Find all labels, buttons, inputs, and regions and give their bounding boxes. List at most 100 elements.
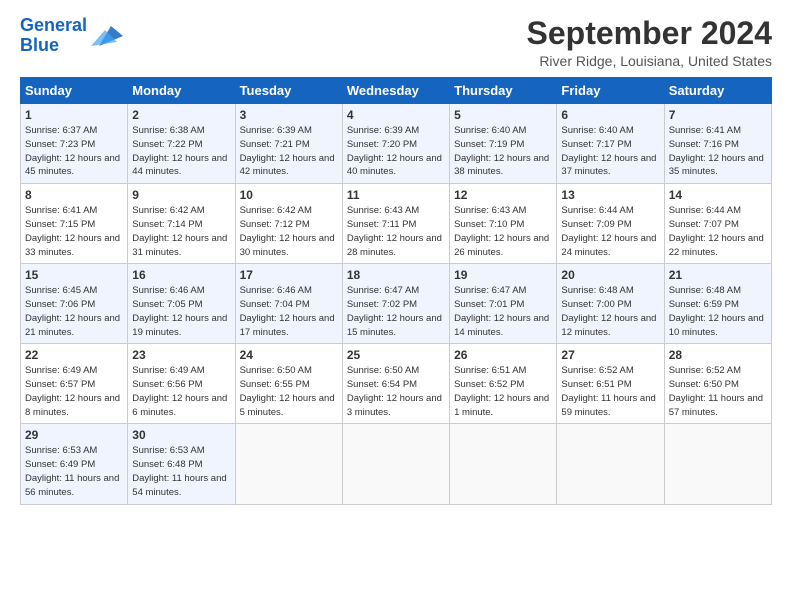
daylight-text: Daylight: 12 hours and 15 minutes. bbox=[347, 313, 442, 338]
day-info: Sunrise: 6:52 AM Sunset: 6:50 PM Dayligh… bbox=[669, 364, 767, 419]
week-row-2: 15 Sunrise: 6:45 AM Sunset: 7:06 PM Dayl… bbox=[21, 264, 772, 344]
daylight-text: Daylight: 12 hours and 10 minutes. bbox=[669, 313, 764, 338]
sunset-text: Sunset: 7:21 PM bbox=[240, 139, 310, 150]
logo-line1: General bbox=[20, 15, 87, 35]
day-number: 6 bbox=[561, 108, 659, 122]
sunrise-text: Sunrise: 6:52 AM bbox=[669, 365, 741, 376]
calendar-cell: 8 Sunrise: 6:41 AM Sunset: 7:15 PM Dayli… bbox=[21, 184, 128, 264]
calendar-cell: 13 Sunrise: 6:44 AM Sunset: 7:09 PM Dayl… bbox=[557, 184, 664, 264]
day-info: Sunrise: 6:37 AM Sunset: 7:23 PM Dayligh… bbox=[25, 124, 123, 179]
day-info: Sunrise: 6:46 AM Sunset: 7:05 PM Dayligh… bbox=[132, 284, 230, 339]
daylight-text: Daylight: 12 hours and 6 minutes. bbox=[132, 393, 227, 418]
daylight-text: Daylight: 12 hours and 14 minutes. bbox=[454, 313, 549, 338]
day-number: 17 bbox=[240, 268, 338, 282]
calendar-cell: 23 Sunrise: 6:49 AM Sunset: 6:56 PM Dayl… bbox=[128, 344, 235, 424]
day-number: 20 bbox=[561, 268, 659, 282]
sunrise-text: Sunrise: 6:50 AM bbox=[240, 365, 312, 376]
calendar-cell: 12 Sunrise: 6:43 AM Sunset: 7:10 PM Dayl… bbox=[450, 184, 557, 264]
sunset-text: Sunset: 7:07 PM bbox=[669, 219, 739, 230]
sunrise-text: Sunrise: 6:46 AM bbox=[240, 285, 312, 296]
sunset-text: Sunset: 7:09 PM bbox=[561, 219, 631, 230]
daylight-text: Daylight: 12 hours and 30 minutes. bbox=[240, 233, 335, 258]
daylight-text: Daylight: 12 hours and 31 minutes. bbox=[132, 233, 227, 258]
calendar-cell bbox=[450, 424, 557, 504]
sunrise-text: Sunrise: 6:53 AM bbox=[132, 445, 204, 456]
sunset-text: Sunset: 7:16 PM bbox=[669, 139, 739, 150]
week-row-3: 22 Sunrise: 6:49 AM Sunset: 6:57 PM Dayl… bbox=[21, 344, 772, 424]
sunrise-text: Sunrise: 6:46 AM bbox=[132, 285, 204, 296]
daylight-text: Daylight: 12 hours and 1 minute. bbox=[454, 393, 549, 418]
sunset-text: Sunset: 7:12 PM bbox=[240, 219, 310, 230]
day-info: Sunrise: 6:53 AM Sunset: 6:49 PM Dayligh… bbox=[25, 444, 123, 499]
sunrise-text: Sunrise: 6:48 AM bbox=[669, 285, 741, 296]
page: General Blue September 2024 River Ridge,… bbox=[0, 0, 792, 612]
day-number: 18 bbox=[347, 268, 445, 282]
daylight-text: Daylight: 11 hours and 59 minutes. bbox=[561, 393, 655, 418]
calendar-cell: 29 Sunrise: 6:53 AM Sunset: 6:49 PM Dayl… bbox=[21, 424, 128, 504]
sunset-text: Sunset: 6:54 PM bbox=[347, 379, 417, 390]
calendar-cell: 19 Sunrise: 6:47 AM Sunset: 7:01 PM Dayl… bbox=[450, 264, 557, 344]
day-info: Sunrise: 6:47 AM Sunset: 7:01 PM Dayligh… bbox=[454, 284, 552, 339]
day-number: 23 bbox=[132, 348, 230, 362]
day-number: 27 bbox=[561, 348, 659, 362]
sunrise-text: Sunrise: 6:51 AM bbox=[454, 365, 526, 376]
day-info: Sunrise: 6:48 AM Sunset: 7:00 PM Dayligh… bbox=[561, 284, 659, 339]
sunset-text: Sunset: 7:10 PM bbox=[454, 219, 524, 230]
day-number: 21 bbox=[669, 268, 767, 282]
calendar-cell: 22 Sunrise: 6:49 AM Sunset: 6:57 PM Dayl… bbox=[21, 344, 128, 424]
sunset-text: Sunset: 6:48 PM bbox=[132, 459, 202, 470]
day-info: Sunrise: 6:44 AM Sunset: 7:07 PM Dayligh… bbox=[669, 204, 767, 259]
day-number: 2 bbox=[132, 108, 230, 122]
calendar-cell: 1 Sunrise: 6:37 AM Sunset: 7:23 PM Dayli… bbox=[21, 104, 128, 184]
header-friday: Friday bbox=[557, 78, 664, 104]
sunset-text: Sunset: 7:06 PM bbox=[25, 299, 95, 310]
daylight-text: Daylight: 12 hours and 40 minutes. bbox=[347, 153, 442, 178]
day-info: Sunrise: 6:53 AM Sunset: 6:48 PM Dayligh… bbox=[132, 444, 230, 499]
day-number: 28 bbox=[669, 348, 767, 362]
sunset-text: Sunset: 6:57 PM bbox=[25, 379, 95, 390]
day-number: 25 bbox=[347, 348, 445, 362]
logo: General Blue bbox=[20, 16, 123, 56]
daylight-text: Daylight: 11 hours and 56 minutes. bbox=[25, 473, 119, 498]
sunrise-text: Sunrise: 6:50 AM bbox=[347, 365, 419, 376]
daylight-text: Daylight: 11 hours and 54 minutes. bbox=[132, 473, 226, 498]
day-info: Sunrise: 6:48 AM Sunset: 6:59 PM Dayligh… bbox=[669, 284, 767, 339]
day-info: Sunrise: 6:39 AM Sunset: 7:21 PM Dayligh… bbox=[240, 124, 338, 179]
sunrise-text: Sunrise: 6:39 AM bbox=[347, 125, 419, 136]
calendar-cell: 7 Sunrise: 6:41 AM Sunset: 7:16 PM Dayli… bbox=[664, 104, 771, 184]
day-number: 12 bbox=[454, 188, 552, 202]
day-number: 30 bbox=[132, 428, 230, 442]
day-number: 11 bbox=[347, 188, 445, 202]
calendar-cell bbox=[235, 424, 342, 504]
sunset-text: Sunset: 7:04 PM bbox=[240, 299, 310, 310]
title-block: September 2024 River Ridge, Louisiana, U… bbox=[527, 16, 772, 69]
daylight-text: Daylight: 12 hours and 28 minutes. bbox=[347, 233, 442, 258]
sunrise-text: Sunrise: 6:41 AM bbox=[25, 205, 97, 216]
day-info: Sunrise: 6:52 AM Sunset: 6:51 PM Dayligh… bbox=[561, 364, 659, 419]
calendar-subtitle: River Ridge, Louisiana, United States bbox=[527, 53, 772, 69]
daylight-text: Daylight: 12 hours and 26 minutes. bbox=[454, 233, 549, 258]
sunset-text: Sunset: 6:59 PM bbox=[669, 299, 739, 310]
sunrise-text: Sunrise: 6:39 AM bbox=[240, 125, 312, 136]
day-number: 7 bbox=[669, 108, 767, 122]
sunset-text: Sunset: 7:01 PM bbox=[454, 299, 524, 310]
daylight-text: Daylight: 12 hours and 21 minutes. bbox=[25, 313, 120, 338]
daylight-text: Daylight: 12 hours and 44 minutes. bbox=[132, 153, 227, 178]
daylight-text: Daylight: 12 hours and 22 minutes. bbox=[669, 233, 764, 258]
week-row-1: 8 Sunrise: 6:41 AM Sunset: 7:15 PM Dayli… bbox=[21, 184, 772, 264]
day-number: 19 bbox=[454, 268, 552, 282]
day-number: 14 bbox=[669, 188, 767, 202]
sunrise-text: Sunrise: 6:44 AM bbox=[561, 205, 633, 216]
daylight-text: Daylight: 12 hours and 37 minutes. bbox=[561, 153, 656, 178]
sunset-text: Sunset: 7:14 PM bbox=[132, 219, 202, 230]
day-info: Sunrise: 6:41 AM Sunset: 7:15 PM Dayligh… bbox=[25, 204, 123, 259]
calendar-cell: 5 Sunrise: 6:40 AM Sunset: 7:19 PM Dayli… bbox=[450, 104, 557, 184]
sunrise-text: Sunrise: 6:47 AM bbox=[347, 285, 419, 296]
logo-icon bbox=[91, 22, 123, 50]
sunset-text: Sunset: 6:56 PM bbox=[132, 379, 202, 390]
calendar-cell: 30 Sunrise: 6:53 AM Sunset: 6:48 PM Dayl… bbox=[128, 424, 235, 504]
daylight-text: Daylight: 12 hours and 45 minutes. bbox=[25, 153, 120, 178]
sunset-text: Sunset: 6:55 PM bbox=[240, 379, 310, 390]
day-info: Sunrise: 6:43 AM Sunset: 7:10 PM Dayligh… bbox=[454, 204, 552, 259]
day-info: Sunrise: 6:47 AM Sunset: 7:02 PM Dayligh… bbox=[347, 284, 445, 339]
